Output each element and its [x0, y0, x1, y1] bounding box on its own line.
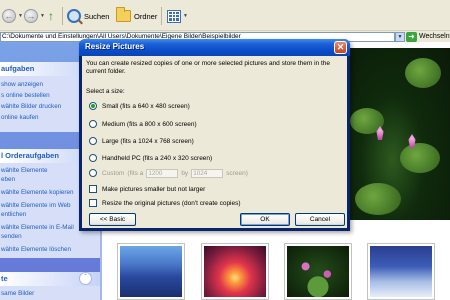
ok-button[interactable]: OK: [240, 213, 290, 226]
lily-pad: [355, 183, 401, 215]
size-option-handheld[interactable]: Handheld PC (fits a 240 x 320 screen): [89, 153, 212, 163]
up-folder-button[interactable]: ↑: [44, 8, 58, 24]
size-option-label: Large (fits a 1024 x 768 screen): [102, 137, 194, 145]
task-link-publish[interactable]: wählte Elemente im Web: [1, 202, 71, 209]
option-resize-originals[interactable]: Resize the original pictures (don't crea…: [89, 198, 241, 208]
address-dropdown-button[interactable]: ▼: [395, 32, 405, 42]
views-icon: [167, 9, 181, 23]
radio-button[interactable]: [89, 154, 97, 162]
custom-label: Custom: [102, 169, 125, 177]
explorer-toolbar: ← ▼ → ▼ ↑ Suchen Ordner ▼: [0, 0, 450, 31]
go-button-label[interactable]: Wechseln: [419, 33, 450, 40]
checkbox[interactable]: [89, 199, 97, 207]
select-size-label: Select a size:: [86, 88, 125, 95]
cancel-button[interactable]: Cancel: [295, 213, 345, 226]
back-button[interactable]: ← ▼: [2, 8, 23, 24]
place-link-shared-pictures[interactable]: same Bilder: [1, 290, 34, 297]
search-label: Suchen: [84, 11, 110, 21]
custom-screen-label: screen): [226, 169, 248, 177]
search-button[interactable]: Suchen: [67, 8, 109, 24]
up-folder-icon: ↑: [48, 9, 54, 23]
radio-button[interactable]: [89, 102, 97, 110]
radio-button[interactable]: [89, 120, 97, 128]
task-link-email-cont[interactable]: senden: [1, 233, 22, 240]
dialog-body: You can create resized copies of one or …: [82, 56, 347, 228]
search-icon: [67, 9, 81, 23]
radio-button[interactable]: [89, 137, 97, 145]
task-link-print[interactable]: wählte Bilder drucken: [1, 103, 61, 110]
custom-width-field[interactable]: 1200: [146, 168, 179, 178]
chevron-down-icon: ▼: [18, 13, 23, 19]
radio-button[interactable]: [89, 169, 97, 177]
size-option-large[interactable]: Large (fits a 1024 x 768 screen): [89, 136, 194, 146]
dialog-intro-text: You can create resized copies of one or …: [86, 60, 331, 75]
task-link-copy[interactable]: wählte Elemente kopieren: [1, 189, 73, 196]
task-link-move[interactable]: wählte Elemente: [1, 167, 48, 174]
lily-pad: [400, 143, 440, 173]
forward-arrow-icon: →: [24, 9, 38, 23]
forward-button[interactable]: → ▼: [24, 8, 45, 24]
custom-height-field[interactable]: 1024: [191, 168, 224, 178]
resize-pictures-dialog: Resize Pictures ✕ You can create resized…: [79, 39, 350, 231]
size-option-label: Medium (fits a 800 x 600 screen): [102, 120, 197, 128]
size-option-label: Handheld PC (fits a 240 x 320 screen): [102, 154, 213, 162]
basic-button[interactable]: << Basic: [89, 213, 136, 226]
folder-icon: [116, 7, 131, 22]
checkbox[interactable]: [89, 185, 97, 193]
folders-label: Ordner: [134, 11, 158, 21]
task-link-delete[interactable]: wählte Elemente löschen: [1, 246, 71, 253]
size-option-medium[interactable]: Medium (fits a 800 x 600 screen): [89, 119, 197, 129]
thumbnail-blue-hills[interactable]: [117, 243, 185, 300]
toolbar-separator: [161, 7, 162, 25]
other-places-panel: same Bilder: [0, 286, 100, 300]
close-button[interactable]: ✕: [334, 41, 347, 54]
dialog-titlebar[interactable]: Resize Pictures ✕: [79, 39, 350, 56]
thumbnail-water-lilies[interactable]: [284, 243, 352, 300]
custom-by-label: by: [181, 169, 189, 177]
views-button[interactable]: ▼: [167, 8, 188, 24]
thumbnail-winter[interactable]: [367, 243, 435, 300]
size-option-label: Small (fits a 640 x 480 screen): [102, 102, 190, 110]
task-link-publish-cont[interactable]: entlichen: [1, 211, 26, 218]
dialog-title: Resize Pictures: [85, 42, 145, 51]
go-arrow-icon[interactable]: ➜: [406, 32, 417, 42]
size-option-small[interactable]: Small (fits a 640 x 480 screen): [89, 101, 190, 111]
task-link-email[interactable]: wählte Elemente in E-Mail: [1, 224, 74, 231]
back-arrow-icon: ←: [2, 9, 16, 23]
custom-fits-label: (fits a: [127, 169, 144, 177]
collapse-chevron-icon[interactable]: ˆ: [79, 272, 92, 285]
lily-pad: [405, 58, 441, 88]
size-option-custom[interactable]: Custom (fits a 1200 by 1024 screen): [89, 168, 248, 178]
task-link-buy-online[interactable]: online kaufen: [1, 114, 38, 121]
thumbnail-sunset[interactable]: [201, 243, 269, 300]
close-icon: ✕: [336, 42, 345, 52]
chevron-down-icon: ▼: [183, 13, 188, 19]
option-smaller-only[interactable]: Make pictures smaller but not larger: [89, 184, 205, 194]
photo-preview-water-lilies[interactable]: [345, 48, 450, 220]
option-label: Resize the original pictures (don't crea…: [102, 199, 241, 207]
task-link-order-online[interactable]: s online bestellen: [1, 92, 50, 99]
task-link-slideshow[interactable]: show anzeigen: [1, 81, 43, 88]
option-label: Make pictures smaller but not larger: [102, 185, 206, 193]
folders-button[interactable]: Ordner: [116, 7, 158, 24]
task-link-move-cont[interactable]: eben: [1, 176, 15, 183]
toolbar-separator: [62, 7, 63, 25]
